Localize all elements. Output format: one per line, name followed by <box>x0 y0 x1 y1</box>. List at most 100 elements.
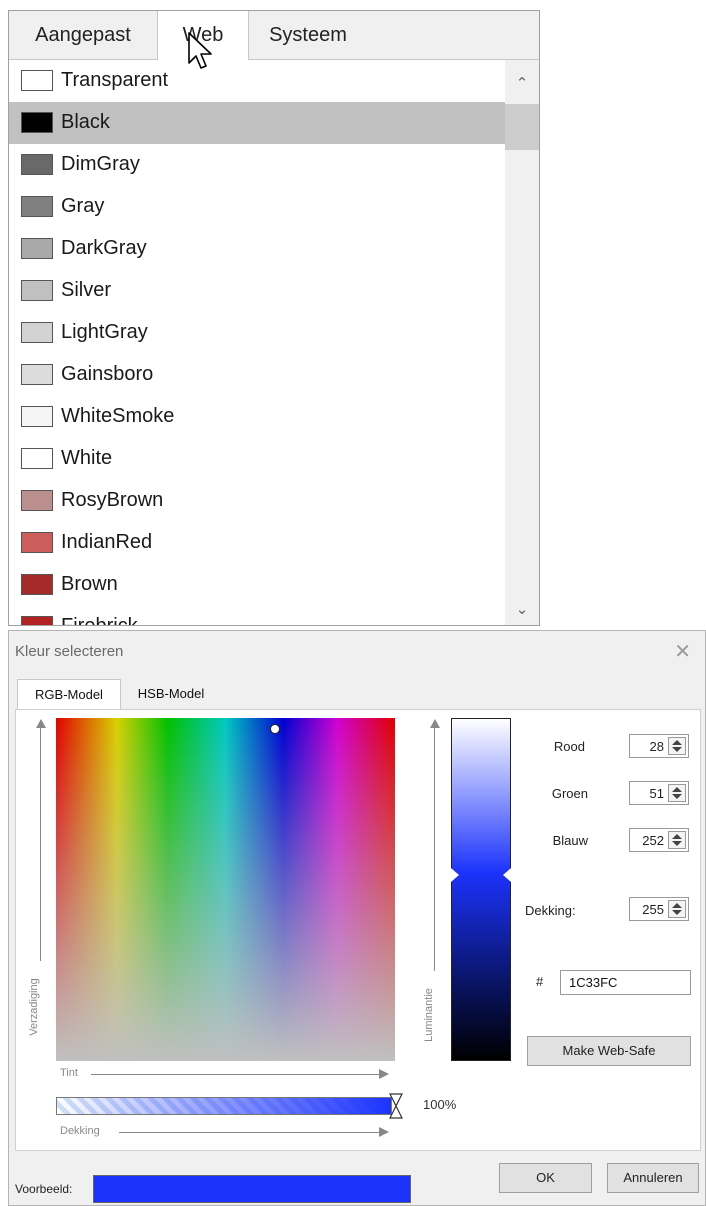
color-tabs: Aangepast Web Systeem <box>9 11 539 60</box>
luminance-marker-right[interactable] <box>503 868 511 882</box>
tab-hsb-model[interactable]: HSB-Model <box>121 679 221 709</box>
color-swatch <box>21 154 53 175</box>
blue-value[interactable]: 252 <box>642 833 664 848</box>
color-name: Gray <box>61 195 105 217</box>
opacity-axis <box>119 1132 381 1133</box>
green-spinner[interactable]: 51 <box>629 781 689 805</box>
color-swatch <box>21 448 53 469</box>
hue-arrow-icon <box>379 1069 389 1079</box>
color-swatch <box>21 196 53 217</box>
blue-label: Blauw <box>552 833 588 848</box>
opacity-slider-thumb[interactable] <box>389 1093 403 1119</box>
color-swatch <box>21 238 53 259</box>
color-name: Transparent <box>61 69 169 91</box>
color-name: WhiteSmoke <box>61 405 175 427</box>
color-list-item[interactable]: Gray <box>9 186 505 228</box>
color-name: Black <box>61 111 110 133</box>
color-swatch <box>21 406 53 427</box>
color-swatch <box>21 574 53 595</box>
color-swatch <box>21 112 53 133</box>
color-swatch <box>21 280 53 301</box>
color-swatch <box>21 364 53 385</box>
luminance-axis <box>434 721 435 971</box>
make-web-safe-button[interactable]: Make Web-Safe <box>527 1036 691 1066</box>
color-list-item[interactable]: DimGray <box>9 144 505 186</box>
luminance-slider[interactable] <box>451 718 511 1061</box>
color-swatch <box>21 532 53 553</box>
tab-systeem[interactable]: Systeem <box>249 11 367 59</box>
red-label: Rood <box>553 739 585 754</box>
color-name: White <box>61 447 113 469</box>
hex-prefix: # <box>536 974 544 989</box>
color-list-panel: Aangepast Web Systeem Transparent Black Di… <box>8 10 540 626</box>
opacity-percent: 100% <box>423 1097 457 1112</box>
web-color-list[interactable]: Transparent Black DimGray Gray DarkGray Silve… <box>9 60 505 626</box>
color-swatch <box>21 322 53 343</box>
color-list-item[interactable]: IndianRed <box>9 522 505 564</box>
tab-rgb-model[interactable]: RGB-Model <box>17 679 121 711</box>
saturation-label: Verzadiging <box>27 978 40 1036</box>
dialog-title: Kleur selecteren <box>15 643 124 660</box>
green-value[interactable]: 51 <box>650 786 664 801</box>
opacity-slider[interactable] <box>56 1097 392 1115</box>
color-name: LightGray <box>61 321 148 343</box>
opacity-field-label: Dekking: <box>525 903 576 918</box>
red-spinner[interactable]: 28 <box>629 734 689 758</box>
hex-input[interactable]: 1C33FC <box>560 970 691 995</box>
spinner-arrows-icon[interactable] <box>668 831 686 849</box>
preview-label: Voorbeeld: <box>15 1182 73 1196</box>
color-name: RosyBrown <box>61 489 164 511</box>
color-list-item[interactable]: Brown <box>9 564 505 606</box>
color-list-item[interactable]: Gainsboro <box>9 354 505 396</box>
opacity-value[interactable]: 255 <box>642 902 664 917</box>
color-preview <box>93 1175 411 1203</box>
color-swatch <box>21 616 53 625</box>
hue-saturation-spectrum[interactable] <box>56 718 395 1061</box>
scroll-up-icon[interactable]: ⌃ <box>505 74 539 92</box>
color-name: DimGray <box>61 153 140 175</box>
saturation-arrow-icon <box>36 719 46 728</box>
blue-spinner[interactable]: 252 <box>629 828 689 852</box>
color-swatch <box>21 70 53 91</box>
color-name: Gainsboro <box>61 363 154 385</box>
color-list-item[interactable]: Firebrick <box>9 606 505 626</box>
color-list-item[interactable]: Black <box>9 102 505 144</box>
color-name: IndianRed <box>61 531 153 553</box>
hue-label: Tint <box>60 1067 78 1079</box>
color-swatch <box>21 490 53 511</box>
color-name: Brown <box>61 573 118 595</box>
color-list-item[interactable]: Silver <box>9 270 505 312</box>
list-scrollbar[interactable]: ⌃ ⌄ <box>505 60 539 625</box>
tab-aangepast[interactable]: Aangepast <box>9 11 157 59</box>
color-list-item[interactable]: Transparent <box>9 60 505 102</box>
spinner-arrows-icon[interactable] <box>668 784 686 802</box>
color-name: DarkGray <box>61 237 147 259</box>
luminance-marker-left[interactable] <box>451 868 459 882</box>
close-icon[interactable]: ✕ <box>674 639 691 664</box>
hue-axis <box>91 1074 381 1075</box>
color-name: Silver <box>61 279 112 301</box>
spinner-arrows-icon[interactable] <box>668 737 686 755</box>
spectrum-marker[interactable] <box>270 724 280 734</box>
color-list-item[interactable]: RosyBrown <box>9 480 505 522</box>
scroll-down-icon[interactable]: ⌄ <box>505 600 539 618</box>
red-value[interactable]: 28 <box>650 739 664 754</box>
opacity-arrow-icon <box>379 1127 389 1137</box>
scroll-thumb[interactable] <box>505 104 539 150</box>
opacity-spinner[interactable]: 255 <box>629 897 689 921</box>
mouse-cursor-icon <box>188 32 212 69</box>
green-label: Groen <box>551 786 588 801</box>
spinner-arrows-icon[interactable] <box>668 900 686 918</box>
luminance-label: Luminantie <box>422 988 435 1042</box>
color-list-item[interactable]: DarkGray <box>9 228 505 270</box>
ok-button[interactable]: OK <box>499 1163 592 1193</box>
color-name: Firebrick <box>61 615 138 626</box>
luminance-arrow-icon <box>430 719 440 728</box>
select-color-dialog: Kleur selecteren ✕ RGB-Model HSB-Model V… <box>8 630 706 1206</box>
opacity-axis-label: Dekking <box>60 1125 100 1137</box>
cancel-button[interactable]: Annuleren <box>607 1163 699 1193</box>
saturation-axis <box>40 721 41 961</box>
color-list-item[interactable]: WhiteSmoke <box>9 396 505 438</box>
color-list-item[interactable]: White <box>9 438 505 480</box>
color-list-item[interactable]: LightGray <box>9 312 505 354</box>
